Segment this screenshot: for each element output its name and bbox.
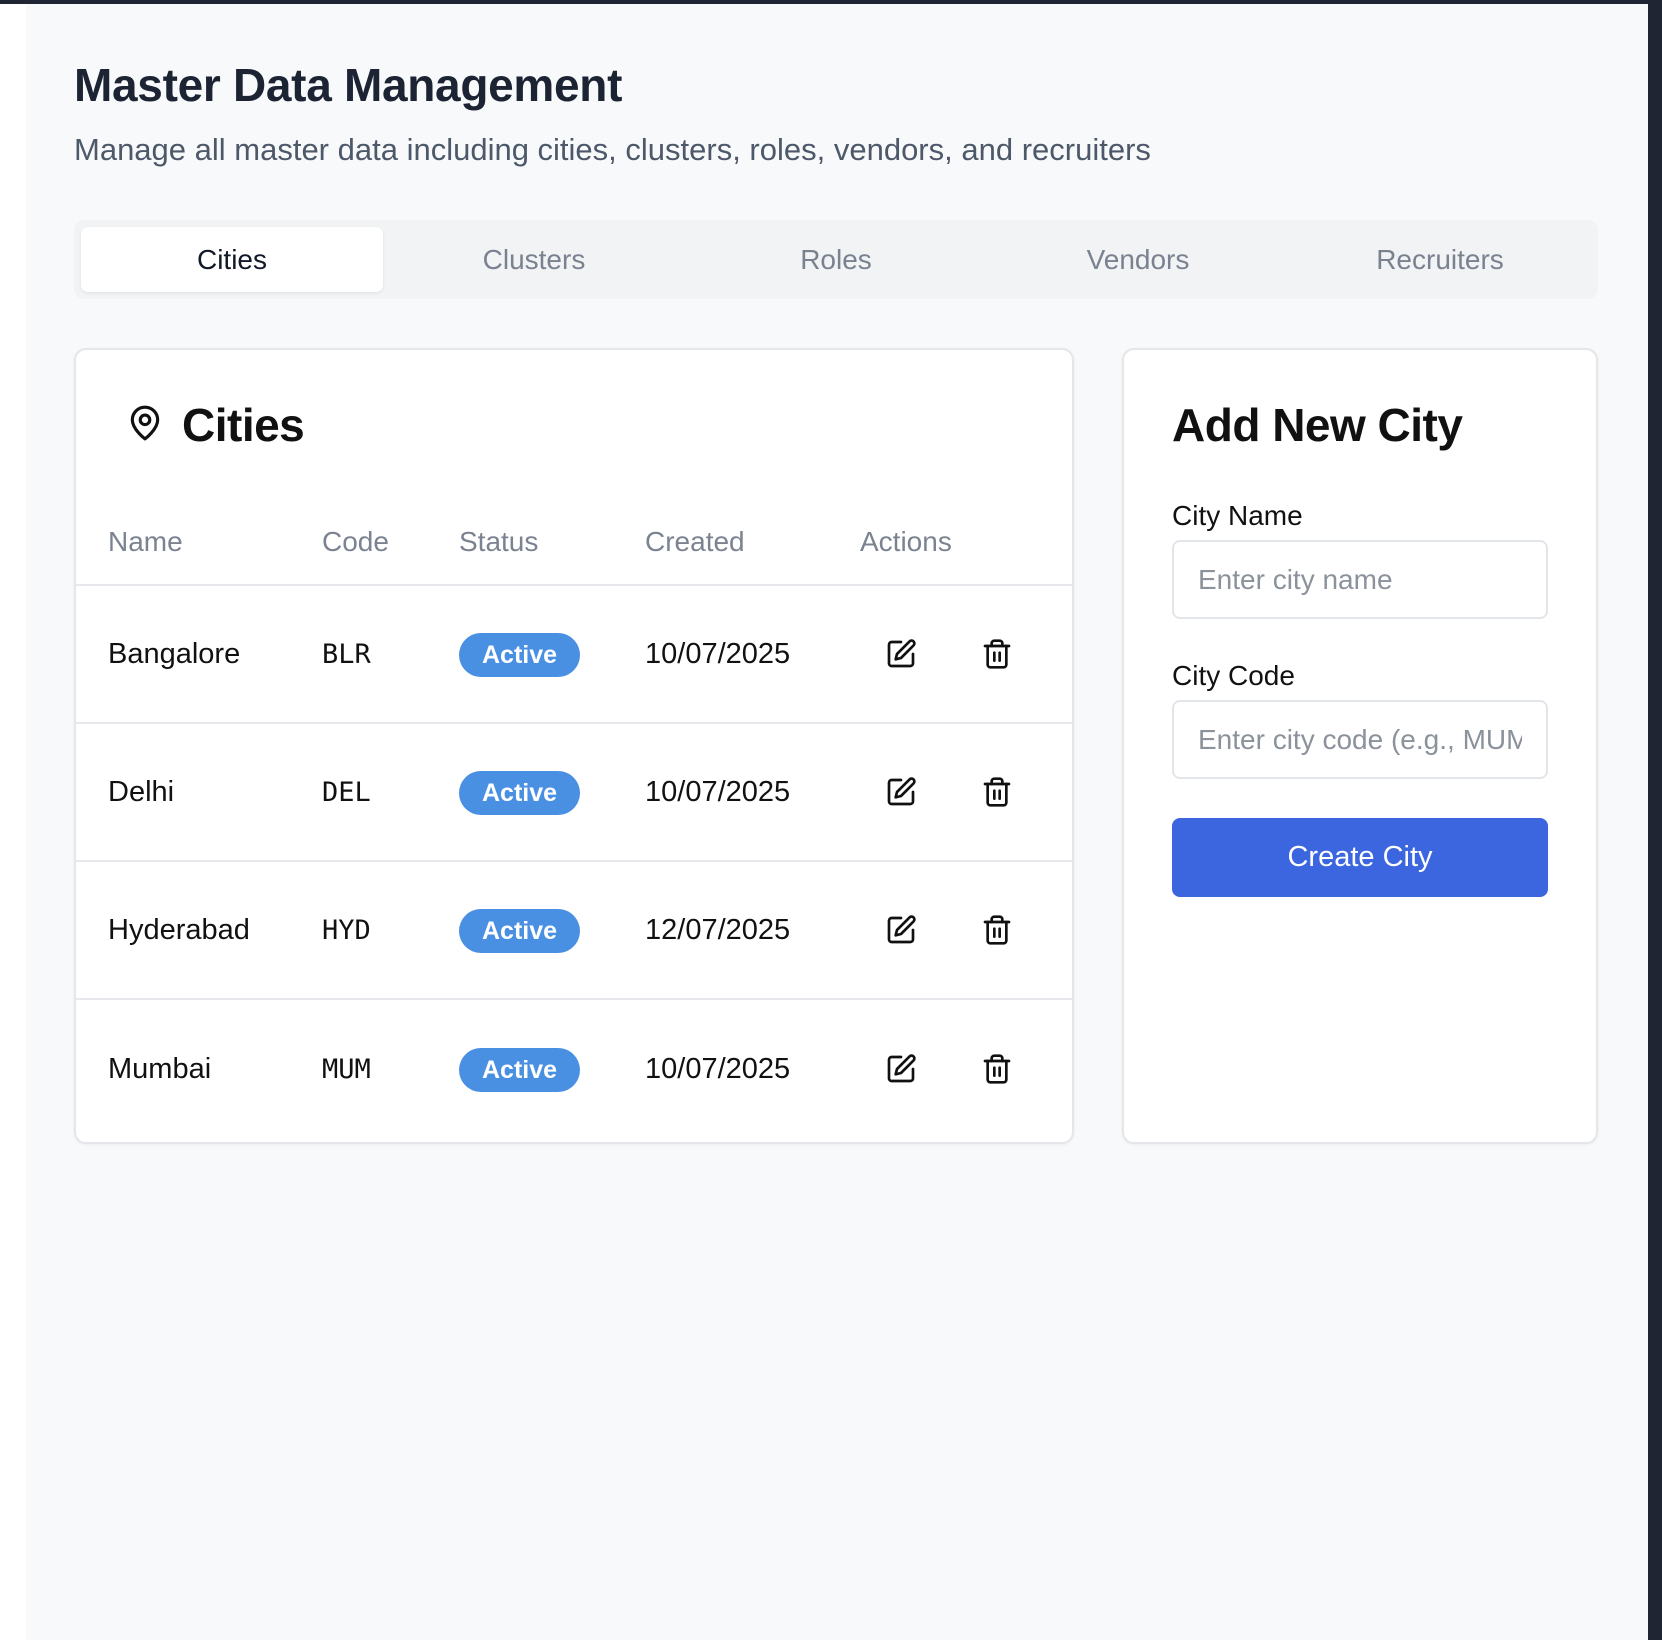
add-city-title: Add New City [1172,399,1463,451]
trash-icon[interactable] [980,913,1014,947]
city-code-input[interactable] [1172,700,1548,779]
row-actions [860,1052,1060,1086]
table-row: Mumbai MUM Active 10/07/2025 [76,1000,1072,1138]
status-badge: Active [459,1048,581,1092]
trash-icon[interactable] [980,775,1014,809]
edit-icon[interactable] [884,1052,918,1086]
tab-recruiters[interactable]: Recruiters [1289,227,1591,292]
main-content: Master Data Management Manage all master… [26,4,1648,1640]
row-actions [860,913,1060,947]
add-city-card: Add New City City Name City Code Create … [1122,348,1598,1144]
created-date: 10/07/2025 [645,637,791,670]
city-name: Delhi [108,775,175,808]
right-border [1648,0,1662,1640]
map-pin-icon [126,404,164,447]
cities-table: Name Code Status Created Actions Bangalo… [76,500,1072,1138]
status-badge: Active [459,633,581,677]
edit-icon[interactable] [884,637,918,671]
city-code: MUM [322,1053,371,1085]
city-name: Bangalore [108,637,241,670]
trash-icon[interactable] [980,637,1014,671]
table-header: Name Code Status Created Actions [76,500,1072,586]
page-subtitle: Manage all master data including cities,… [74,132,1151,167]
city-code: HYD [322,914,371,946]
tab-roles[interactable]: Roles [685,227,987,292]
table-row: Bangalore BLR Active 10/07/2025 [76,586,1072,724]
cities-card: Cities Name Code Status Created Actions … [74,348,1074,1144]
column-header-status: Status [459,526,539,557]
table-row: Hyderabad HYD Active 12/07/2025 [76,862,1072,1000]
tab-cities[interactable]: Cities [81,227,383,292]
app-frame: Master Data Management Manage all master… [0,0,1662,1640]
column-header-name: Name [108,526,183,557]
tab-clusters[interactable]: Clusters [383,227,685,292]
row-actions [860,637,1060,671]
left-gutter [0,4,26,1640]
city-code: BLR [322,638,371,670]
city-name: Mumbai [108,1052,212,1085]
city-name-label: City Name [1172,500,1303,531]
row-actions [860,775,1060,809]
city-code-label: City Code [1172,660,1295,691]
trash-icon[interactable] [980,1052,1014,1086]
column-header-created: Created [645,526,745,557]
created-date: 12/07/2025 [645,913,791,946]
table-row: Delhi DEL Active 10/07/2025 [76,724,1072,862]
column-header-code: Code [322,526,389,557]
tab-vendors[interactable]: Vendors [987,227,1289,292]
status-badge: Active [459,771,581,815]
created-date: 10/07/2025 [645,1052,791,1085]
status-badge: Active [459,909,581,953]
column-header-actions: Actions [860,526,952,557]
edit-icon[interactable] [884,775,918,809]
tab-bar: Cities Clusters Roles Vendors Recruiters [74,220,1598,299]
edit-icon[interactable] [884,913,918,947]
city-name: Hyderabad [108,913,250,946]
city-name-input[interactable] [1172,540,1548,619]
created-date: 10/07/2025 [645,775,791,808]
city-code: DEL [322,776,371,808]
page-title: Master Data Management [74,59,623,111]
create-city-button[interactable]: Create City [1172,818,1548,897]
cities-card-title: Cities [182,399,305,451]
cities-card-header: Cities [126,398,305,452]
